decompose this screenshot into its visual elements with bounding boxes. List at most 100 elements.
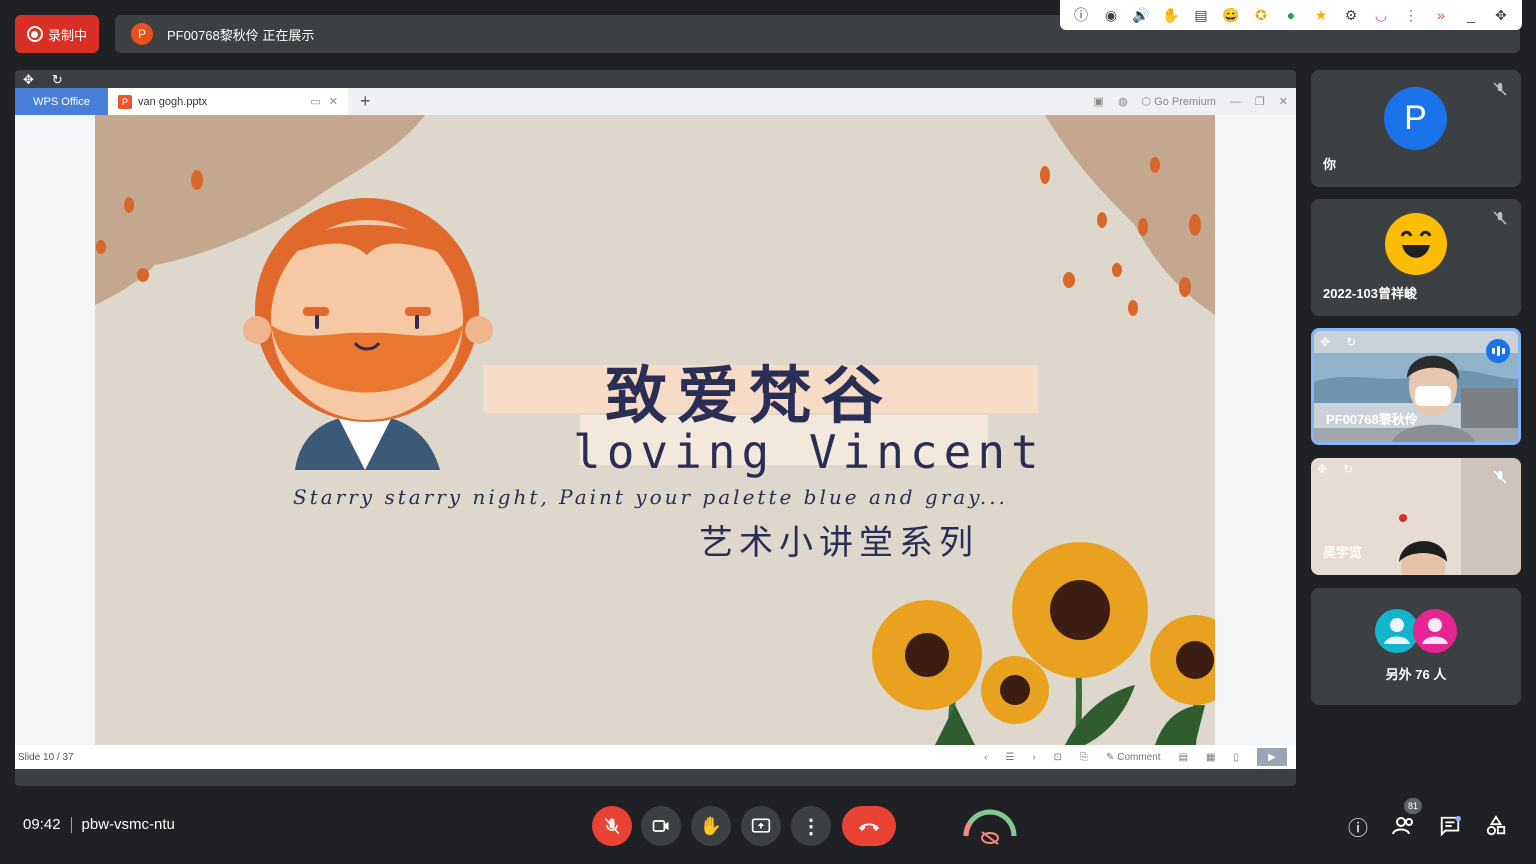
wps-brand-tab[interactable]: WPS Office — [15, 88, 108, 115]
microphone-button[interactable] — [592, 806, 632, 846]
user-icon[interactable]: ◍ — [1118, 95, 1128, 108]
go-premium-label: Go Premium — [1154, 95, 1216, 108]
activities-button[interactable] — [1482, 812, 1510, 840]
close-window-icon[interactable]: ✕ — [1279, 95, 1288, 108]
others-tile[interactable]: 另外 76 人 — [1311, 588, 1521, 705]
noise-meter[interactable] — [960, 802, 1020, 848]
present-button[interactable] — [741, 806, 781, 846]
chat-icon — [1440, 815, 1461, 837]
badge-icon[interactable]: ✪ — [1251, 7, 1271, 24]
wps-statusbar: Slide 10 / 37 ‹ ☰ › ⊡ ⎘ ✎ Comment ▤ ▦ ▯ … — [15, 745, 1296, 769]
more-options-button[interactable]: ⋮ — [791, 806, 831, 846]
participant-tile-self[interactable]: P 你 — [1311, 70, 1521, 187]
divider — [70, 816, 72, 833]
forward-icon[interactable]: » — [1431, 7, 1451, 23]
slide-subtitle-english: Starry starry night, Paint your palette … — [293, 485, 1008, 509]
normal-view-icon[interactable]: ▤ — [1179, 752, 1188, 763]
comment-button[interactable]: ✎ Comment — [1106, 752, 1161, 763]
refresh-icon[interactable]: ↻ — [1346, 335, 1356, 349]
people-button[interactable] — [1390, 812, 1418, 840]
participant-name: 你 — [1323, 157, 1337, 172]
shapes-icon — [1486, 815, 1506, 836]
clipboard-icon[interactable]: ▤ — [1191, 7, 1211, 24]
eye-icon[interactable]: ◉ — [1101, 7, 1121, 24]
raise-hand-button[interactable]: ✋ — [691, 806, 731, 846]
shared-screen: ✥ ↻ WPS Office P van gogh.pptx ▭ ✕ + ▣ ◍… — [15, 70, 1296, 786]
eye-off-gauge-icon — [963, 809, 1017, 845]
restore-icon[interactable]: ❐ — [1255, 95, 1265, 108]
fit-icon[interactable]: ⊡ — [1054, 752, 1062, 763]
screen-controls: ✥ ↻ — [23, 72, 63, 88]
camera-icon — [652, 820, 669, 832]
avatar: P — [1384, 87, 1447, 150]
more-vertical-icon: ⋮ — [801, 815, 821, 838]
wps-tabbar: WPS Office P van gogh.pptx ▭ ✕ + ▣ ◍ ⬡ G… — [15, 88, 1296, 115]
meeting-info: 09:42 pbw-vsmc-ntu — [23, 816, 175, 833]
export-icon[interactable]: ⎘ — [1080, 752, 1088, 763]
people-icon — [1392, 817, 1413, 835]
minimize-icon[interactable]: _ — [1461, 7, 1481, 23]
participant-tile-speaking[interactable]: ✥ ↻ PF00768黎秋伶 — [1311, 328, 1521, 445]
others-avatars-icon — [1375, 609, 1457, 653]
hang-up-icon — [859, 823, 879, 831]
gear-icon[interactable]: ⚙ — [1341, 7, 1361, 24]
speaker-icon[interactable]: 🔊 — [1131, 7, 1151, 24]
participant-name: 2022-103曾祥峻 — [1323, 286, 1417, 301]
more-icon[interactable]: ⋮ — [1401, 7, 1421, 24]
hand-icon[interactable]: ✋ — [1161, 7, 1181, 24]
speaking-indicator-icon — [1486, 339, 1510, 363]
move-icon[interactable]: ✥ — [1317, 462, 1327, 476]
pptx-icon: P — [118, 94, 132, 109]
document-tab-title: van gogh.pptx — [138, 95, 208, 108]
participant-tile[interactable]: ✥ ↻ 吴宇览 — [1311, 458, 1521, 575]
record-icon — [26, 26, 43, 42]
move-icon[interactable]: ✥ — [1491, 7, 1511, 24]
move-icon[interactable]: ✥ — [23, 72, 34, 88]
chat-icon[interactable]: ● — [1281, 7, 1301, 23]
new-tab-button[interactable]: + — [360, 91, 371, 112]
outline-icon[interactable]: ☰ — [1005, 752, 1014, 763]
emoji-icon[interactable]: 😄 — [1221, 7, 1241, 24]
extension-toolbar: ⓘ ◉ 🔊 ✋ ▤ 😄 ✪ ● ★ ⚙ ◡ ⋮ » _ ✥ — [1060, 0, 1522, 30]
presentation-slide: 致爱梵谷 loving Vincent Starry starry night,… — [95, 115, 1215, 745]
document-tab[interactable]: P van gogh.pptx ▭ ✕ — [108, 88, 348, 115]
camera-button[interactable] — [641, 806, 681, 846]
next-slide-icon[interactable]: › — [1032, 752, 1035, 763]
info-icon[interactable]: ⓘ — [1071, 5, 1091, 25]
meeting-code: pbw-vsmc-ntu — [81, 816, 175, 833]
mic-off-icon — [1493, 470, 1507, 484]
recording-label: 录制中 — [47, 27, 87, 43]
prev-slide-icon[interactable]: ‹ — [984, 752, 987, 763]
grid-view-icon[interactable]: ▦ — [1206, 752, 1215, 763]
participant-name: PF00768黎秋伶 — [1326, 412, 1418, 427]
tile-controls: ✥ ↻ — [1317, 462, 1353, 476]
tile-controls: ✥ ↻ — [1320, 335, 1356, 349]
refresh-icon[interactable]: ↻ — [1343, 462, 1353, 476]
mic-off-icon — [604, 817, 620, 835]
slide-title-chinese: 致爱梵谷 — [605, 359, 894, 432]
smile-icon[interactable]: ◡ — [1371, 7, 1391, 24]
participant-count-badge: 81 — [1404, 798, 1422, 814]
screen-icon[interactable]: ▭ — [310, 95, 320, 108]
slide-title-english: loving Vincent — [573, 425, 1045, 479]
mic-off-icon — [1493, 211, 1507, 225]
minimize-icon[interactable]: — — [1230, 96, 1241, 108]
move-icon[interactable]: ✥ — [1320, 335, 1330, 349]
participant-tile[interactable]: 2022-103曾祥峻 — [1311, 199, 1521, 316]
chat-button[interactable] — [1436, 812, 1464, 840]
mic-off-icon — [1493, 82, 1507, 96]
reading-view-icon[interactable]: ▯ — [1233, 752, 1239, 763]
refresh-icon[interactable]: ↻ — [52, 72, 63, 88]
slideshow-play-button[interactable]: ▶ — [1257, 748, 1287, 766]
star-icon[interactable]: ★ — [1311, 7, 1331, 24]
layout-icon[interactable]: ▣ — [1094, 95, 1104, 108]
slide-counter: Slide 10 / 37 — [18, 751, 74, 763]
document-area: 致爱梵谷 loving Vincent Starry starry night,… — [15, 115, 1296, 745]
leave-call-button[interactable] — [842, 806, 896, 846]
close-icon[interactable]: ✕ — [329, 95, 338, 108]
recording-button[interactable]: 录制中 — [15, 15, 99, 53]
info-icon: ⓘ — [1348, 817, 1368, 840]
others-count: 另外 76 人 — [1385, 667, 1447, 682]
meeting-details-button[interactable]: ⓘ — [1344, 812, 1372, 840]
go-premium-button[interactable]: ⬡ Go Premium — [1142, 95, 1216, 109]
